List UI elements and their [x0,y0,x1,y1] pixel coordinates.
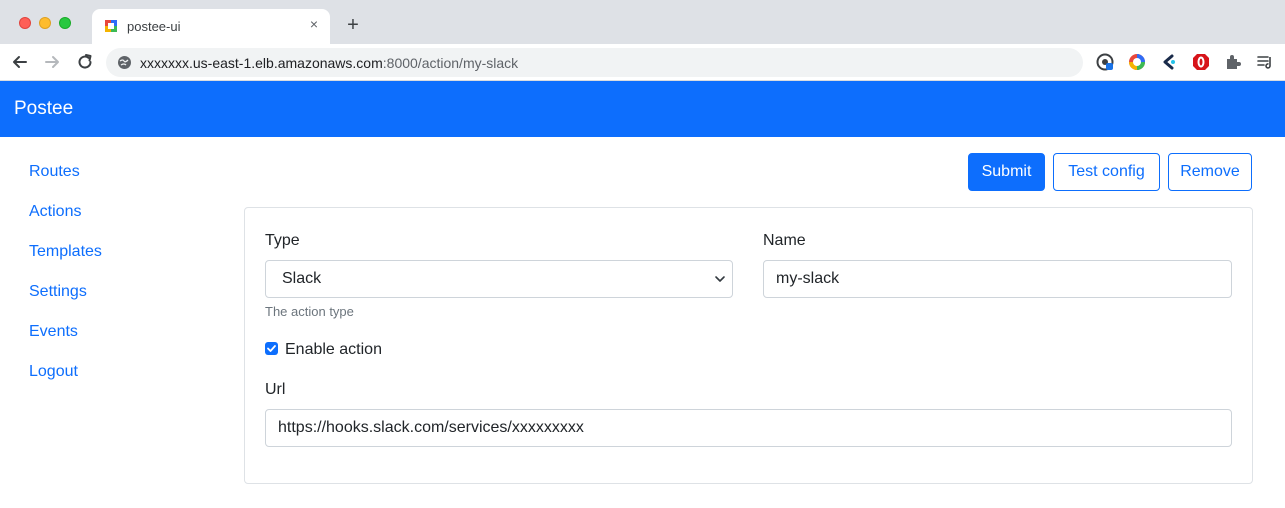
browser-tab[interactable]: postee-ui × [92,9,330,44]
url-path: :8000/action/my-slack [382,55,519,71]
type-select-value: Slack [282,270,322,287]
url-input[interactable]: https://hooks.slack.com/services/xxxxxxx… [265,409,1232,447]
new-tab-button[interactable]: + [344,15,362,35]
postee-favicon-icon [105,20,117,32]
forward-arrow-icon[interactable] [42,52,62,72]
maximize-window-button[interactable] [59,17,71,29]
submit-button[interactable]: Submit [968,153,1045,191]
site-info-icon[interactable] [117,55,132,70]
name-label: Name [763,232,806,249]
app-navbar: Postee [0,81,1285,137]
url-input-value: https://hooks.slack.com/services/xxxxxxx… [278,419,584,436]
type-select[interactable]: Slack [265,260,733,298]
enable-action-checkbox[interactable] [265,342,278,355]
url-text[interactable]: xxxxxxx.us-east-1.elb.amazonaws.com:8000… [140,55,518,71]
sidebar-item-templates[interactable]: Templates [29,243,102,261]
action-form-card: Type Slack The action type Name my-slack… [244,207,1253,484]
reading-list-icon[interactable] [1256,53,1274,71]
checkmark-icon [267,345,276,352]
sidebar-item-routes[interactable]: Routes [29,163,80,181]
extensions-puzzle-icon[interactable] [1224,53,1242,71]
name-input-value: my-slack [776,270,840,287]
tab-title: postee-ui [127,19,181,34]
url-label: Url [265,381,286,398]
sidebar-item-logout[interactable]: Logout [29,363,78,381]
test-config-button[interactable]: Test config [1053,153,1160,191]
extension-4-icon[interactable] [1192,53,1210,71]
extension-3-icon[interactable] [1160,53,1178,71]
tab-close-icon[interactable]: × [306,16,322,32]
sidebar-item-actions[interactable]: Actions [29,203,81,221]
address-bar[interactable]: xxxxxxx.us-east-1.elb.amazonaws.com:8000… [106,48,1083,77]
type-help-text: The action type [265,304,354,319]
extension-1-icon[interactable] [1096,53,1114,71]
url-host: xxxxxxx.us-east-1.elb.amazonaws.com [140,55,383,71]
browser-tab-bar: postee-ui × + [0,0,1285,44]
chevron-down-icon [715,276,725,282]
name-input[interactable]: my-slack [763,260,1232,298]
type-label: Type [265,232,300,249]
back-arrow-icon[interactable] [10,52,30,72]
remove-button[interactable]: Remove [1168,153,1252,191]
app-brand[interactable]: Postee [14,98,73,120]
sidebar-item-settings[interactable]: Settings [29,283,87,301]
enable-action-label[interactable]: Enable action [285,341,382,359]
extension-2-icon[interactable] [1128,53,1146,71]
minimize-window-button[interactable] [39,17,51,29]
close-window-button[interactable] [19,17,31,29]
sidebar-item-events[interactable]: Events [29,323,78,341]
browser-toolbar: xxxxxxx.us-east-1.elb.amazonaws.com:8000… [0,44,1285,81]
reload-icon[interactable] [75,52,95,72]
